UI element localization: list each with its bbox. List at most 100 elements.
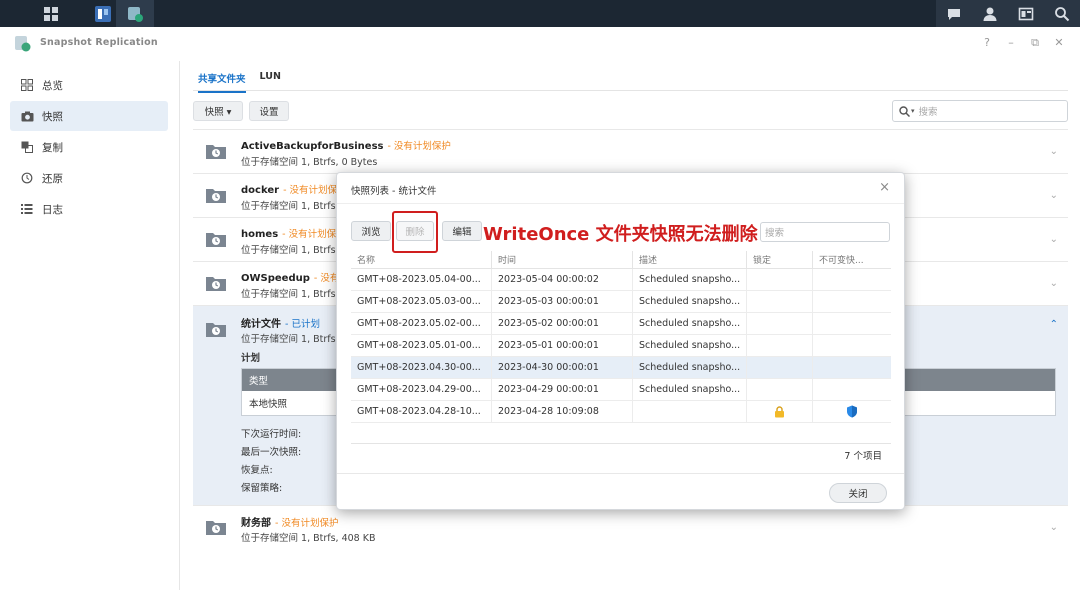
cell-time: 2023-05-04 00:00:02 xyxy=(492,269,633,290)
close-button[interactable]: 关闭 xyxy=(829,483,887,503)
cell-immutable xyxy=(813,335,891,356)
chevron-down-icon[interactable]: ⌄ xyxy=(1050,234,1058,245)
cell-locked xyxy=(747,379,813,400)
minimize-button[interactable]: – xyxy=(1004,36,1018,49)
maximize-button[interactable]: ⧉ xyxy=(1028,36,1042,50)
plan-title: 计划 xyxy=(241,353,261,364)
table-row[interactable]: GMT+08-2023.05.02-00... 2023-05-02 00:00… xyxy=(351,313,891,335)
column-header-description[interactable]: 描述 xyxy=(633,251,747,268)
sidebar-item-log[interactable]: 日志 xyxy=(10,194,168,224)
help-button[interactable]: ? xyxy=(980,36,994,49)
retention-label: 保留策略: xyxy=(241,483,283,494)
list-icon xyxy=(20,202,34,216)
cell-immutable xyxy=(813,379,891,400)
sidebar-item-replication[interactable]: 复制 xyxy=(10,132,168,162)
cell-locked xyxy=(747,401,813,422)
close-icon[interactable]: × xyxy=(879,180,890,195)
table-row[interactable]: GMT+08-2023.05.01-00... 2023-05-01 00:00… xyxy=(351,335,891,357)
table-row[interactable]: GMT+08-2023.05.04-00... 2023-05-04 00:00… xyxy=(351,269,891,291)
sidebar-item-overview[interactable]: 总览 xyxy=(10,70,168,100)
cell-locked xyxy=(747,291,813,312)
sidebar: 总览 快照 复制 还原 日志 xyxy=(0,61,180,590)
widgets-icon[interactable] xyxy=(1018,6,1034,22)
table-row[interactable]: GMT+08-2023.05.03-00... 2023-05-03 00:00… xyxy=(351,291,891,313)
folder-status: - 没有计划保护 xyxy=(275,518,339,529)
shield-icon xyxy=(847,405,857,418)
chevron-up-icon[interactable]: ⌃ xyxy=(1050,319,1058,330)
cell-name: GMT+08-2023.05.02-00... xyxy=(351,313,492,334)
cell-immutable xyxy=(813,357,891,378)
cell-time: 2023-04-29 00:00:01 xyxy=(492,379,633,400)
cell-name: GMT+08-2023.04.30-00... xyxy=(351,357,492,378)
search-input[interactable]: ▾ 搜索 xyxy=(892,100,1068,122)
lock-icon xyxy=(775,405,784,417)
column-header-name[interactable]: 名称 xyxy=(351,251,492,268)
chevron-down-icon[interactable]: ⌄ xyxy=(1050,522,1058,533)
cell-locked xyxy=(747,269,813,290)
snapshot-dropdown-button[interactable]: 快照 ▾ xyxy=(193,101,243,121)
dialog-search-input[interactable]: 搜索 xyxy=(760,222,890,242)
app-title: Snapshot Replication xyxy=(40,37,158,48)
cell-locked xyxy=(747,335,813,356)
taskbar-app-snapshot[interactable] xyxy=(116,0,154,27)
folder-location: 位于存储空间 1, Btrfs xyxy=(241,245,336,256)
folder-row[interactable]: ActiveBackupforBusiness - 没有计划保护 位于存储空间 1… xyxy=(193,129,1068,173)
dialog-title: 快照列表 - 统计文件 xyxy=(351,186,437,197)
close-window-button[interactable]: ✕ xyxy=(1052,36,1066,49)
camera-icon xyxy=(20,109,34,123)
folder-name: homes - 没有计划保护 xyxy=(241,229,346,240)
cell-time: 2023-04-28 10:09:08 xyxy=(492,401,633,422)
main-menu-button[interactable] xyxy=(32,0,70,27)
snapshot-list-dialog: 快照列表 - 统计文件 × 浏览 删除 编辑 搜索 WriteOnce 文件夹快… xyxy=(336,172,905,510)
snapshot-table: 名称 时间 描述 锁定 不可变快... GMT+08-2023.05.04-00… xyxy=(351,251,891,423)
column-header-time[interactable]: 时间 xyxy=(492,251,633,268)
column-header-immutable[interactable]: 不可变快... xyxy=(813,251,891,268)
item-count: 7 个项目 xyxy=(844,451,882,462)
sidebar-item-snapshot[interactable]: 快照 xyxy=(10,101,168,131)
cell-name: GMT+08-2023.04.29-00... xyxy=(351,379,492,400)
cell-immutable xyxy=(813,269,891,290)
cell-description: Scheduled snapsho... xyxy=(633,291,747,312)
search-placeholder: 搜索 xyxy=(918,107,938,118)
folder-status: - 没有计划保护 xyxy=(387,141,451,152)
settings-button[interactable]: 设置 xyxy=(249,101,289,121)
next-run-label: 下次运行时间: xyxy=(241,429,302,440)
chevron-down-icon[interactable]: ⌄ xyxy=(1050,146,1058,157)
cell-description xyxy=(633,401,747,422)
search-icon[interactable] xyxy=(1054,6,1070,22)
snapshot-folder-icon xyxy=(206,145,226,159)
browse-button[interactable]: 浏览 xyxy=(351,221,391,241)
chat-icon[interactable] xyxy=(946,6,962,22)
cell-immutable xyxy=(813,291,891,312)
snapshot-folder-icon xyxy=(206,323,226,337)
cell-time: 2023-05-01 00:00:01 xyxy=(492,335,633,356)
folder-row[interactable]: 财务部 - 没有计划保护 位于存储空间 1, Btrfs, 408 KB ⌄ xyxy=(193,505,1068,549)
chevron-down-icon[interactable]: ⌄ xyxy=(1050,278,1058,289)
folder-status: - 已计划 xyxy=(285,319,320,330)
column-header-locked[interactable]: 锁定 xyxy=(747,251,813,268)
tab-divider xyxy=(193,90,1068,91)
table-row[interactable]: GMT+08-2023.04.29-00... 2023-04-29 00:00… xyxy=(351,379,891,401)
cell-name: GMT+08-2023.05.01-00... xyxy=(351,335,492,356)
snapshot-folder-icon xyxy=(206,277,226,291)
snapshot-app-icon xyxy=(128,6,143,22)
folder-location: 位于存储空间 1, Btrfs, 408 KB xyxy=(241,533,376,544)
grid-menu-icon xyxy=(44,6,58,21)
table-row-selected[interactable]: GMT+08-2023.04.30-00... 2023-04-30 00:00… xyxy=(351,357,891,379)
chevron-down-icon[interactable]: ⌄ xyxy=(1050,190,1058,201)
cell-name: GMT+08-2023.04.28-10... xyxy=(351,401,492,422)
folder-location: 位于存储空间 1, Btrfs xyxy=(241,334,336,345)
user-icon[interactable] xyxy=(982,6,998,22)
dialog-search-placeholder: 搜索 xyxy=(765,228,785,239)
cell-description: Scheduled snapsho... xyxy=(633,313,747,334)
snapshot-folder-icon xyxy=(206,233,226,247)
sidebar-item-label: 还原 xyxy=(42,172,63,185)
cell-time: 2023-05-02 00:00:01 xyxy=(492,313,633,334)
dialog-divider xyxy=(337,203,904,204)
edit-button[interactable]: 编辑 xyxy=(442,221,482,241)
table-row[interactable]: GMT+08-2023.04.28-10... 2023-04-28 10:09… xyxy=(351,401,891,423)
folder-location: 位于存储空间 1, Btrfs xyxy=(241,201,336,212)
folder-name: 统计文件 - 已计划 xyxy=(241,319,320,330)
snapshot-folder-icon xyxy=(206,189,226,203)
sidebar-item-restore[interactable]: 还原 xyxy=(10,163,168,193)
